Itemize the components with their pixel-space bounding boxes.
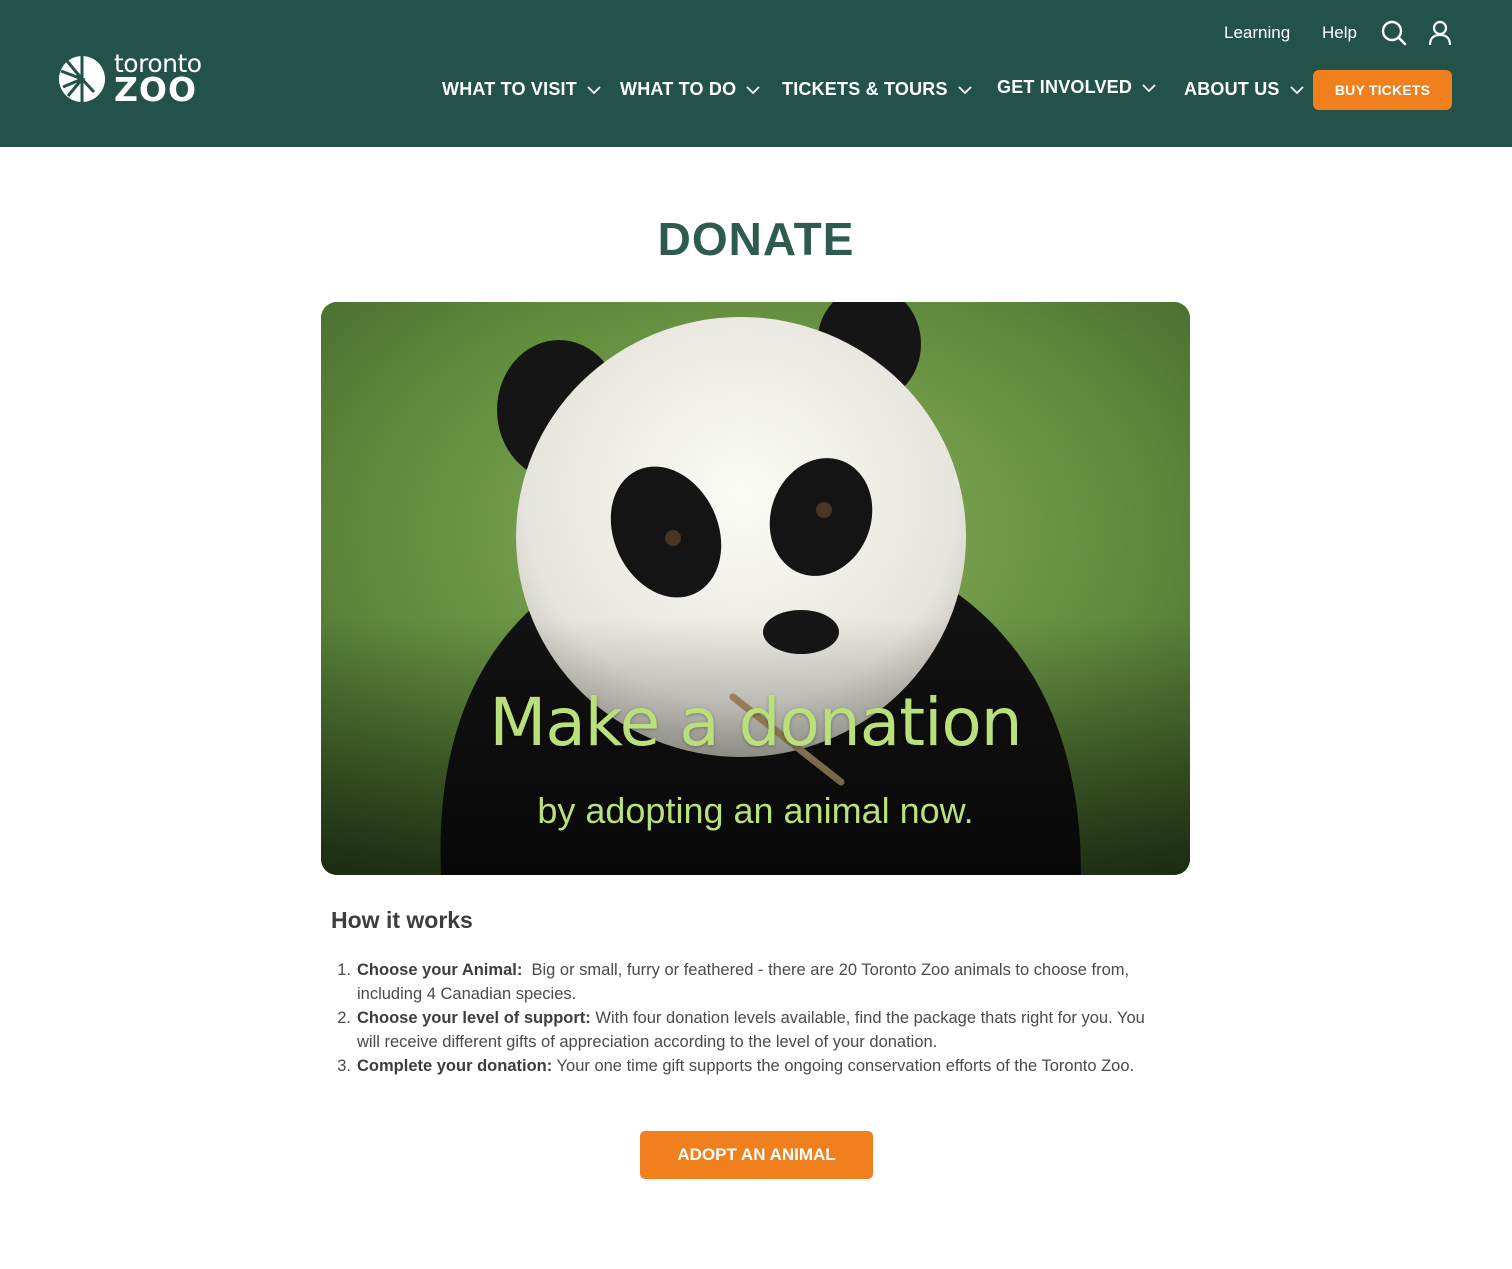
help-link[interactable]: Help (1322, 23, 1357, 43)
buy-tickets-button[interactable]: BUY TICKETS (1313, 70, 1452, 110)
nav-get-involved[interactable]: GET INVOLVED (997, 77, 1156, 98)
step-number: 2. (337, 1009, 351, 1027)
how-it-works-title: How it works (331, 907, 473, 933)
list-item: 2. Choose your level of support: With fo… (331, 1006, 1171, 1054)
user-icon[interactable] (1427, 20, 1453, 46)
nav-label: GET INVOLVED (997, 77, 1133, 97)
hero-headline: Make a donation (489, 684, 1022, 761)
nav-about-us[interactable]: ABOUT US (1184, 79, 1304, 100)
nav-label: WHAT TO DO (620, 79, 737, 99)
how-it-works-steps: 1. Choose your Animal: Big or small, fur… (331, 958, 1171, 1078)
step-heading: Choose your Animal: (357, 961, 523, 979)
chevron-down-icon (746, 85, 760, 94)
step-number: 3. (337, 1057, 351, 1075)
learning-link[interactable]: Learning (1224, 23, 1290, 43)
chevron-down-icon (958, 85, 972, 94)
list-item: 3. Complete your donation: Your one time… (331, 1054, 1171, 1078)
step-number: 1. (337, 961, 351, 979)
nav-label: ABOUT US (1184, 79, 1280, 99)
nav-what-to-do[interactable]: WHAT TO DO (620, 79, 760, 100)
chevron-down-icon (1289, 85, 1304, 94)
step-heading: Choose your level of support: (357, 1009, 591, 1027)
search-icon[interactable] (1381, 20, 1407, 46)
zoo-logo-icon (59, 56, 105, 102)
logo-text-zoo: ZOO (114, 70, 198, 109)
toronto-zoo-logo[interactable]: toronto ZOO (58, 51, 208, 109)
adopt-an-animal-button[interactable]: ADOPT AN ANIMAL (640, 1131, 873, 1179)
chevron-down-icon (1142, 83, 1156, 92)
chevron-down-icon (587, 85, 601, 94)
page-title: DONATE (657, 213, 855, 265)
nav-label: TICKETS & TOURS (782, 79, 948, 99)
step-text: Your one time gift supports the ongoing … (552, 1057, 1135, 1075)
site-header: toronto ZOO Learning Help WHAT TO VISIT … (0, 0, 1512, 147)
nav-what-to-visit[interactable]: WHAT TO VISIT (442, 79, 601, 100)
step-heading: Complete your donation: (357, 1057, 553, 1075)
list-item: 1. Choose your Animal: Big or small, fur… (331, 958, 1171, 1006)
nav-label: WHAT TO VISIT (442, 79, 577, 99)
nav-tickets-tours[interactable]: TICKETS & TOURS (782, 79, 972, 100)
hero-banner[interactable]: Make a donation by adopting an animal no… (321, 302, 1190, 875)
hero-subline: by adopting an animal now. (537, 790, 974, 831)
